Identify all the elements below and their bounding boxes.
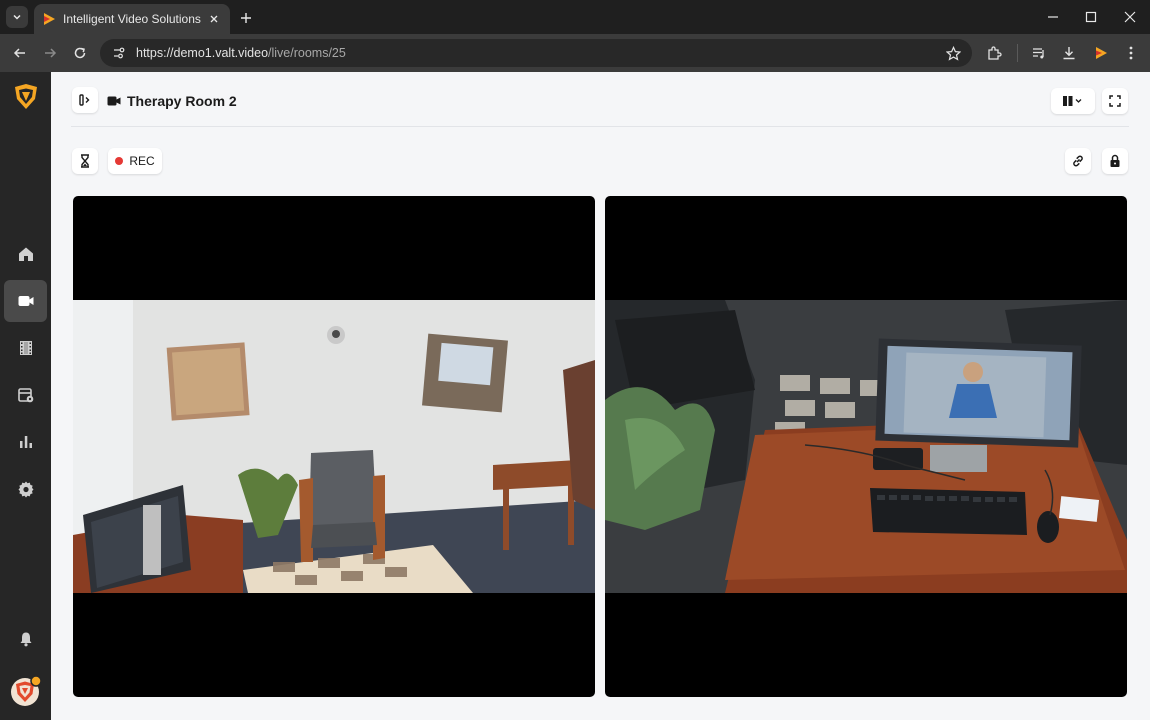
maximize-icon [1085,11,1097,23]
toolbar-separator [1017,44,1018,62]
browser-menu-icon[interactable] [1121,43,1141,63]
app-sidebar [0,72,51,720]
record-label: REC [129,154,155,168]
valt-favicon-icon [44,13,55,25]
arrow-right-icon [45,48,57,58]
fullscreen-icon [1109,95,1121,107]
plus-icon [241,13,251,23]
sidebar-item-settings[interactable] [4,468,47,510]
fullscreen-button[interactable] [1102,88,1128,114]
bell-icon [20,632,31,647]
camera-feed-2[interactable] [605,196,1127,697]
video-camera-icon [107,96,121,106]
tab-close-icon[interactable] [206,11,222,27]
extensions-icon[interactable] [984,43,1004,63]
layout-selector-button[interactable] [1051,88,1095,114]
camera-feed-1[interactable] [73,196,595,697]
minimize-icon [1048,16,1058,18]
bookmark-star-icon[interactable] [944,44,962,62]
media-control-icon[interactable] [1029,43,1049,63]
maximize-button[interactable] [1081,8,1101,26]
close-icon [1124,11,1136,23]
sidebar-item-recordings[interactable] [4,327,47,369]
lock-room-button[interactable] [1102,148,1128,174]
room-header: Therapy Room 2 [107,90,237,112]
minimize-button[interactable] [1043,8,1063,26]
sidebar-item-schedule[interactable] [4,374,47,416]
sidebar-item-reports[interactable] [4,421,47,463]
camera-1-image [73,300,595,593]
home-icon [18,247,33,261]
timer-button[interactable] [72,148,98,174]
lock-icon [1110,154,1120,167]
toggle-sidebar-button[interactable] [72,87,98,113]
sidebar-item-home[interactable] [4,233,47,275]
valt-extension-icon[interactable] [1091,43,1111,63]
main-content: Therapy Room 2 REC [51,72,1150,720]
browser-toolbar: https://demo1.valt.video/live/rooms/25 [0,34,1150,72]
bar-chart-icon [19,436,32,448]
url-path: /live/rooms/25 [268,46,346,60]
camera-2-image [605,300,1127,593]
film-icon [19,341,32,355]
layout-columns-icon [1063,96,1082,106]
user-avatar[interactable] [10,675,42,707]
browser-tab[interactable]: Intelligent Video Solutions [34,4,230,34]
forward-button[interactable] [39,42,61,64]
sidebar-item-notifications[interactable] [4,618,47,660]
reload-icon [74,47,86,59]
page-title: Therapy Room 2 [127,93,237,109]
tab-title: Intelligent Video Solutions [63,12,201,26]
url-text: https://demo1.valt.video/live/rooms/25 [136,46,944,60]
header-divider [71,126,1129,127]
record-dot-icon [115,157,124,165]
valt-logo[interactable] [12,83,40,111]
link-icon [1073,155,1083,167]
panel-toggle-icon [79,94,90,106]
record-button[interactable]: REC [108,148,162,174]
share-link-button[interactable] [1065,148,1091,174]
browser-tab-bar: Intelligent Video Solutions [0,0,1150,34]
url-host: https://demo1.valt.video [136,46,269,60]
hourglass-icon [81,154,89,168]
address-bar[interactable]: https://demo1.valt.video/live/rooms/25 [100,39,972,67]
reload-button[interactable] [69,42,91,64]
close-window-button[interactable] [1120,8,1140,26]
new-tab-button[interactable] [236,8,256,28]
download-icon[interactable] [1059,43,1079,63]
sidebar-item-live[interactable] [4,280,47,322]
calendar-settings-icon [17,388,33,403]
arrow-left-icon [13,48,25,58]
gear-icon [18,481,33,498]
tab-search-button[interactable] [6,6,28,28]
site-info-icon[interactable] [110,44,128,62]
video-camera-icon [18,296,33,306]
back-button[interactable] [9,42,31,64]
chevron-down-icon [13,14,21,20]
